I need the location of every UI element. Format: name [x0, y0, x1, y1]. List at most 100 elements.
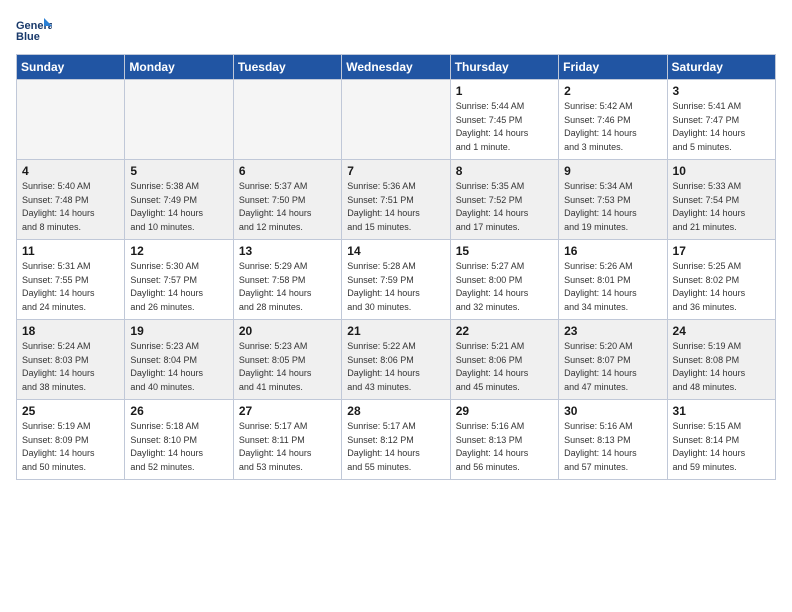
day-info: Sunrise: 5:17 AM Sunset: 8:11 PM Dayligh… [239, 420, 336, 474]
day-number: 2 [564, 84, 661, 98]
day-cell [17, 80, 125, 160]
day-cell: 8 Sunrise: 5:35 AM Sunset: 7:52 PM Daylig… [450, 160, 558, 240]
week-row-1: 1Sunrise: 5:44 AM Sunset: 7:45 PM Daylig… [17, 80, 776, 160]
day-info: Sunrise: 5:15 AM Sunset: 8:14 PM Dayligh… [673, 420, 770, 474]
day-cell: 20 Sunrise: 5:23 AM Sunset: 8:05 PM Dayli… [233, 320, 341, 400]
day-number: 29 [456, 404, 553, 418]
column-header-wednesday: Wednesday [342, 55, 450, 80]
day-cell: 24 Sunrise: 5:19 AM Sunset: 8:08 PM Dayli… [667, 320, 775, 400]
day-cell: 2 Sunrise: 5:42 AM Sunset: 7:46 PM Daylig… [559, 80, 667, 160]
day-cell: 22 Sunrise: 5:21 AM Sunset: 8:06 PM Dayli… [450, 320, 558, 400]
day-number: 27 [239, 404, 336, 418]
week-row-4: 18 Sunrise: 5:24 AM Sunset: 8:03 PM Dayli… [17, 320, 776, 400]
day-number: 25 [22, 404, 119, 418]
day-info: Sunrise: 5:19 AM Sunset: 8:08 PM Dayligh… [673, 340, 770, 394]
day-number: 3 [673, 84, 770, 98]
day-info: Sunrise: 5:22 AM Sunset: 8:06 PM Dayligh… [347, 340, 444, 394]
column-header-thursday: Thursday [450, 55, 558, 80]
day-cell: 5Sunrise: 5:38 AM Sunset: 7:49 PM Daylig… [125, 160, 233, 240]
day-info: Sunrise: 5:24 AM Sunset: 8:03 PM Dayligh… [22, 340, 119, 394]
day-cell: 11 Sunrise: 5:31 AM Sunset: 7:55 PM Dayli… [17, 240, 125, 320]
day-cell: 28Sunrise: 5:17 AM Sunset: 8:12 PM Dayli… [342, 400, 450, 480]
day-info: Sunrise: 5:21 AM Sunset: 8:06 PM Dayligh… [456, 340, 553, 394]
day-info: Sunrise: 5:25 AM Sunset: 8:02 PM Dayligh… [673, 260, 770, 314]
day-info: Sunrise: 5:30 AM Sunset: 7:57 PM Dayligh… [130, 260, 227, 314]
week-row-2: 4 Sunrise: 5:40 AM Sunset: 7:48 PM Daylig… [17, 160, 776, 240]
day-info: Sunrise: 5:16 AM Sunset: 8:13 PM Dayligh… [456, 420, 553, 474]
column-header-monday: Monday [125, 55, 233, 80]
day-number: 26 [130, 404, 227, 418]
day-cell: 18 Sunrise: 5:24 AM Sunset: 8:03 PM Dayli… [17, 320, 125, 400]
day-info: Sunrise: 5:42 AM Sunset: 7:46 PM Dayligh… [564, 100, 661, 154]
day-info: Sunrise: 5:40 AM Sunset: 7:48 PM Dayligh… [22, 180, 119, 234]
day-info: Sunrise: 5:35 AM Sunset: 7:52 PM Dayligh… [456, 180, 553, 234]
day-cell: 3 Sunrise: 5:41 AM Sunset: 7:47 PM Daylig… [667, 80, 775, 160]
day-cell: 12 Sunrise: 5:30 AM Sunset: 7:57 PM Dayli… [125, 240, 233, 320]
day-number: 4 [22, 164, 119, 178]
column-header-sunday: Sunday [17, 55, 125, 80]
day-number: 24 [673, 324, 770, 338]
day-number: 11 [22, 244, 119, 258]
day-number: 14 [347, 244, 444, 258]
day-number: 9 [564, 164, 661, 178]
page-header: General Blue [16, 16, 776, 46]
day-info: Sunrise: 5:41 AM Sunset: 7:47 PM Dayligh… [673, 100, 770, 154]
day-info: Sunrise: 5:36 AM Sunset: 7:51 PM Dayligh… [347, 180, 444, 234]
day-number: 10 [673, 164, 770, 178]
day-info: Sunrise: 5:23 AM Sunset: 8:04 PM Dayligh… [130, 340, 227, 394]
day-info: Sunrise: 5:26 AM Sunset: 8:01 PM Dayligh… [564, 260, 661, 314]
day-info: Sunrise: 5:23 AM Sunset: 8:05 PM Dayligh… [239, 340, 336, 394]
day-number: 15 [456, 244, 553, 258]
day-cell: 27 Sunrise: 5:17 AM Sunset: 8:11 PM Dayli… [233, 400, 341, 480]
day-cell: 21 Sunrise: 5:22 AM Sunset: 8:06 PM Dayli… [342, 320, 450, 400]
logo-icon: General Blue [16, 16, 52, 46]
day-cell [233, 80, 341, 160]
day-number: 18 [22, 324, 119, 338]
day-cell: 29 Sunrise: 5:16 AM Sunset: 8:13 PM Dayli… [450, 400, 558, 480]
day-cell: 17 Sunrise: 5:25 AM Sunset: 8:02 PM Dayli… [667, 240, 775, 320]
day-number: 6 [239, 164, 336, 178]
day-number: 17 [673, 244, 770, 258]
day-cell: 9 Sunrise: 5:34 AM Sunset: 7:53 PM Daylig… [559, 160, 667, 240]
day-number: 8 [456, 164, 553, 178]
column-header-friday: Friday [559, 55, 667, 80]
day-info: Sunrise: 5:44 AM Sunset: 7:45 PM Dayligh… [456, 100, 553, 154]
day-cell: 6Sunrise: 5:37 AM Sunset: 7:50 PM Daylig… [233, 160, 341, 240]
calendar-table: SundayMondayTuesdayWednesdayThursdayFrid… [16, 54, 776, 480]
day-info: Sunrise: 5:31 AM Sunset: 7:55 PM Dayligh… [22, 260, 119, 314]
calendar-header-row: SundayMondayTuesdayWednesdayThursdayFrid… [17, 55, 776, 80]
day-number: 23 [564, 324, 661, 338]
day-number: 20 [239, 324, 336, 338]
day-cell: 16Sunrise: 5:26 AM Sunset: 8:01 PM Dayli… [559, 240, 667, 320]
week-row-3: 11 Sunrise: 5:31 AM Sunset: 7:55 PM Dayli… [17, 240, 776, 320]
day-cell: 19Sunrise: 5:23 AM Sunset: 8:04 PM Dayli… [125, 320, 233, 400]
day-info: Sunrise: 5:18 AM Sunset: 8:10 PM Dayligh… [130, 420, 227, 474]
day-cell: 30 Sunrise: 5:16 AM Sunset: 8:13 PM Dayli… [559, 400, 667, 480]
day-info: Sunrise: 5:33 AM Sunset: 7:54 PM Dayligh… [673, 180, 770, 234]
day-number: 22 [456, 324, 553, 338]
day-info: Sunrise: 5:20 AM Sunset: 8:07 PM Dayligh… [564, 340, 661, 394]
day-info: Sunrise: 5:34 AM Sunset: 7:53 PM Dayligh… [564, 180, 661, 234]
day-cell [342, 80, 450, 160]
day-cell: 26 Sunrise: 5:18 AM Sunset: 8:10 PM Dayli… [125, 400, 233, 480]
day-info: Sunrise: 5:17 AM Sunset: 8:12 PM Dayligh… [347, 420, 444, 474]
day-cell: 14Sunrise: 5:28 AM Sunset: 7:59 PM Dayli… [342, 240, 450, 320]
day-cell [125, 80, 233, 160]
day-number: 30 [564, 404, 661, 418]
day-number: 21 [347, 324, 444, 338]
day-cell: 31Sunrise: 5:15 AM Sunset: 8:14 PM Dayli… [667, 400, 775, 480]
day-number: 7 [347, 164, 444, 178]
day-cell: 7 Sunrise: 5:36 AM Sunset: 7:51 PM Daylig… [342, 160, 450, 240]
day-cell: 1Sunrise: 5:44 AM Sunset: 7:45 PM Daylig… [450, 80, 558, 160]
day-cell: 15 Sunrise: 5:27 AM Sunset: 8:00 PM Dayli… [450, 240, 558, 320]
day-cell: 23 Sunrise: 5:20 AM Sunset: 8:07 PM Dayli… [559, 320, 667, 400]
day-cell: 10 Sunrise: 5:33 AM Sunset: 7:54 PM Dayli… [667, 160, 775, 240]
day-info: Sunrise: 5:27 AM Sunset: 8:00 PM Dayligh… [456, 260, 553, 314]
logo: General Blue [16, 16, 52, 46]
day-number: 12 [130, 244, 227, 258]
day-number: 13 [239, 244, 336, 258]
day-info: Sunrise: 5:16 AM Sunset: 8:13 PM Dayligh… [564, 420, 661, 474]
column-header-saturday: Saturday [667, 55, 775, 80]
day-info: Sunrise: 5:19 AM Sunset: 8:09 PM Dayligh… [22, 420, 119, 474]
column-header-tuesday: Tuesday [233, 55, 341, 80]
